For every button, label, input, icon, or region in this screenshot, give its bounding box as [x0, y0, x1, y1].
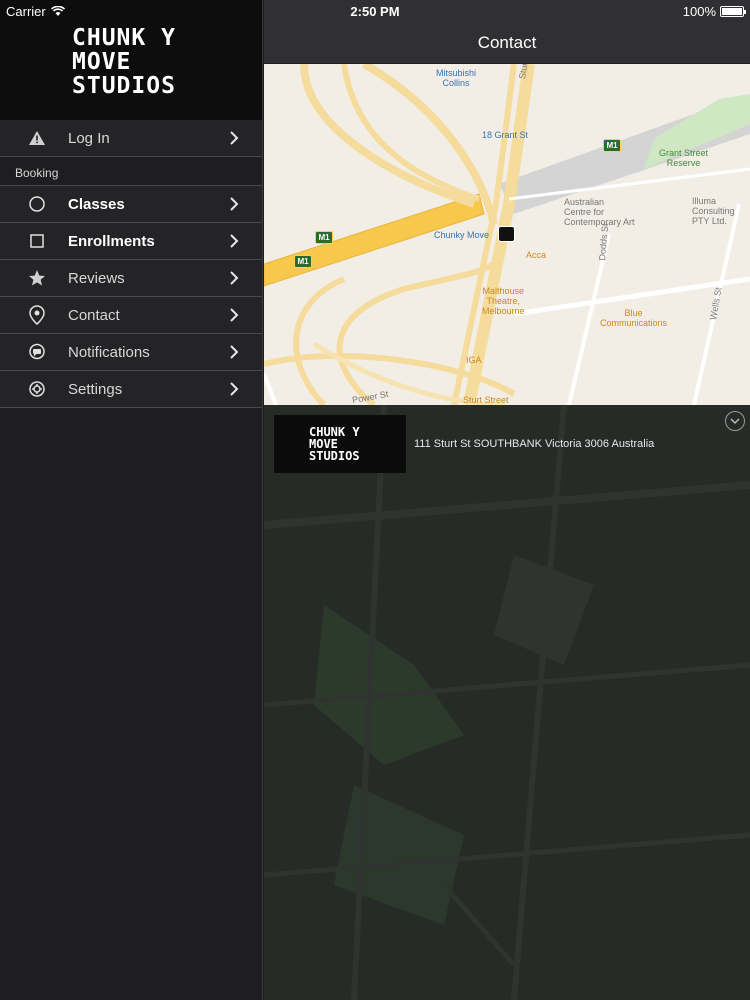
chevron-right-icon: [230, 271, 239, 285]
gear-icon: [27, 379, 47, 399]
chevron-down-icon: [730, 418, 740, 425]
brand-logo-text: CHUNK Y MOVE STUDIOS: [72, 25, 176, 99]
highway-shield-icon: M1: [603, 139, 621, 152]
sidebar-item-label: Log In: [68, 129, 110, 147]
chevron-right-icon: [230, 308, 239, 322]
section-header-booking: Booking: [0, 157, 262, 186]
map-label-illuma: Illuma Consulting PTY Ltd.: [692, 196, 735, 226]
chevron-right-icon: [230, 197, 239, 211]
contact-info: CHUNK Y MOVE STUDIOS 111 Sturt St SOUTHB…: [274, 415, 654, 473]
map-label-malthouse: Malthouse Theatre, Melbourne: [482, 286, 525, 316]
studio-logo-text: CHUNK Y MOVE STUDIOS: [309, 425, 360, 463]
map-label-iga: IGA: [466, 355, 482, 365]
battery-indicator: 100%: [682, 4, 746, 19]
sidebar-item-contact[interactable]: Contact: [0, 297, 262, 334]
chevron-right-icon: [230, 345, 239, 359]
location-pin-icon: [27, 305, 47, 325]
map-label-grant-st: 18 Grant St: [482, 130, 529, 140]
star-icon: [27, 268, 47, 288]
collapse-button[interactable]: [725, 411, 745, 431]
circle-icon: [27, 194, 47, 214]
battery-icon: [720, 6, 746, 17]
highway-shield-icon: M1: [294, 255, 312, 268]
sidebar-item-label: Reviews: [68, 269, 125, 287]
status-bar: Carrier 2:50 PM 100%: [0, 0, 750, 22]
sidebar-item-notifications[interactable]: Notifications: [0, 334, 262, 371]
location-marker-icon[interactable]: [498, 226, 515, 242]
clock: 2:50 PM: [350, 4, 400, 19]
sidebar: CHUNK Y MOVE STUDIOS Log In Booking Clas…: [0, 0, 263, 1000]
chevron-right-icon: [230, 382, 239, 396]
sidebar-item-label: Notifications: [68, 343, 150, 361]
battery-label: 100%: [682, 4, 716, 19]
map-label-mitsubishi: Mitsubishi Collins: [436, 68, 477, 88]
sidebar-item-label: Settings: [68, 380, 123, 398]
chat-bubble-icon: [27, 342, 47, 362]
highway-shield-icon: M1: [315, 231, 333, 244]
chevron-right-icon: [230, 234, 239, 248]
page-title: Contact: [477, 33, 537, 52]
sidebar-item-classes[interactable]: Classes: [0, 186, 262, 223]
sidebar-item-login[interactable]: Log In: [0, 120, 262, 157]
map-label-sturt-street: Sturt Street: [463, 395, 509, 405]
dimmed-map-background: [264, 405, 750, 1000]
warning-icon: [27, 128, 47, 148]
chevron-right-icon: [230, 131, 239, 145]
studio-logo: CHUNK Y MOVE STUDIOS: [274, 415, 406, 473]
map-label-chunky-move: Chunky Move: [434, 230, 490, 240]
sidebar-item-reviews[interactable]: Reviews: [0, 260, 262, 297]
address-text: 111 Sturt St SOUTHBANK Victoria 3006 Aus…: [414, 438, 655, 450]
sidebar-item-label: Classes: [68, 195, 125, 213]
sidebar-item-settings[interactable]: Settings: [0, 371, 262, 408]
square-icon: [27, 231, 47, 251]
sidebar-item-label: Enrollments: [68, 232, 155, 250]
main-content: Contact Mitsubishi Collins 18 Grant St S…: [264, 0, 750, 1000]
sidebar-item-enrollments[interactable]: Enrollments: [0, 223, 262, 260]
map-label-blue-communications: Blue Communications: [600, 308, 668, 328]
map-view[interactable]: Mitsubishi Collins 18 Grant St Sturt St …: [264, 64, 750, 405]
map-label-acca: Acca: [526, 250, 547, 260]
map-overlay: [264, 405, 750, 1000]
map-label-grant-reserve: Grant Street Reserve: [659, 148, 709, 168]
sidebar-item-label: Contact: [68, 306, 120, 324]
